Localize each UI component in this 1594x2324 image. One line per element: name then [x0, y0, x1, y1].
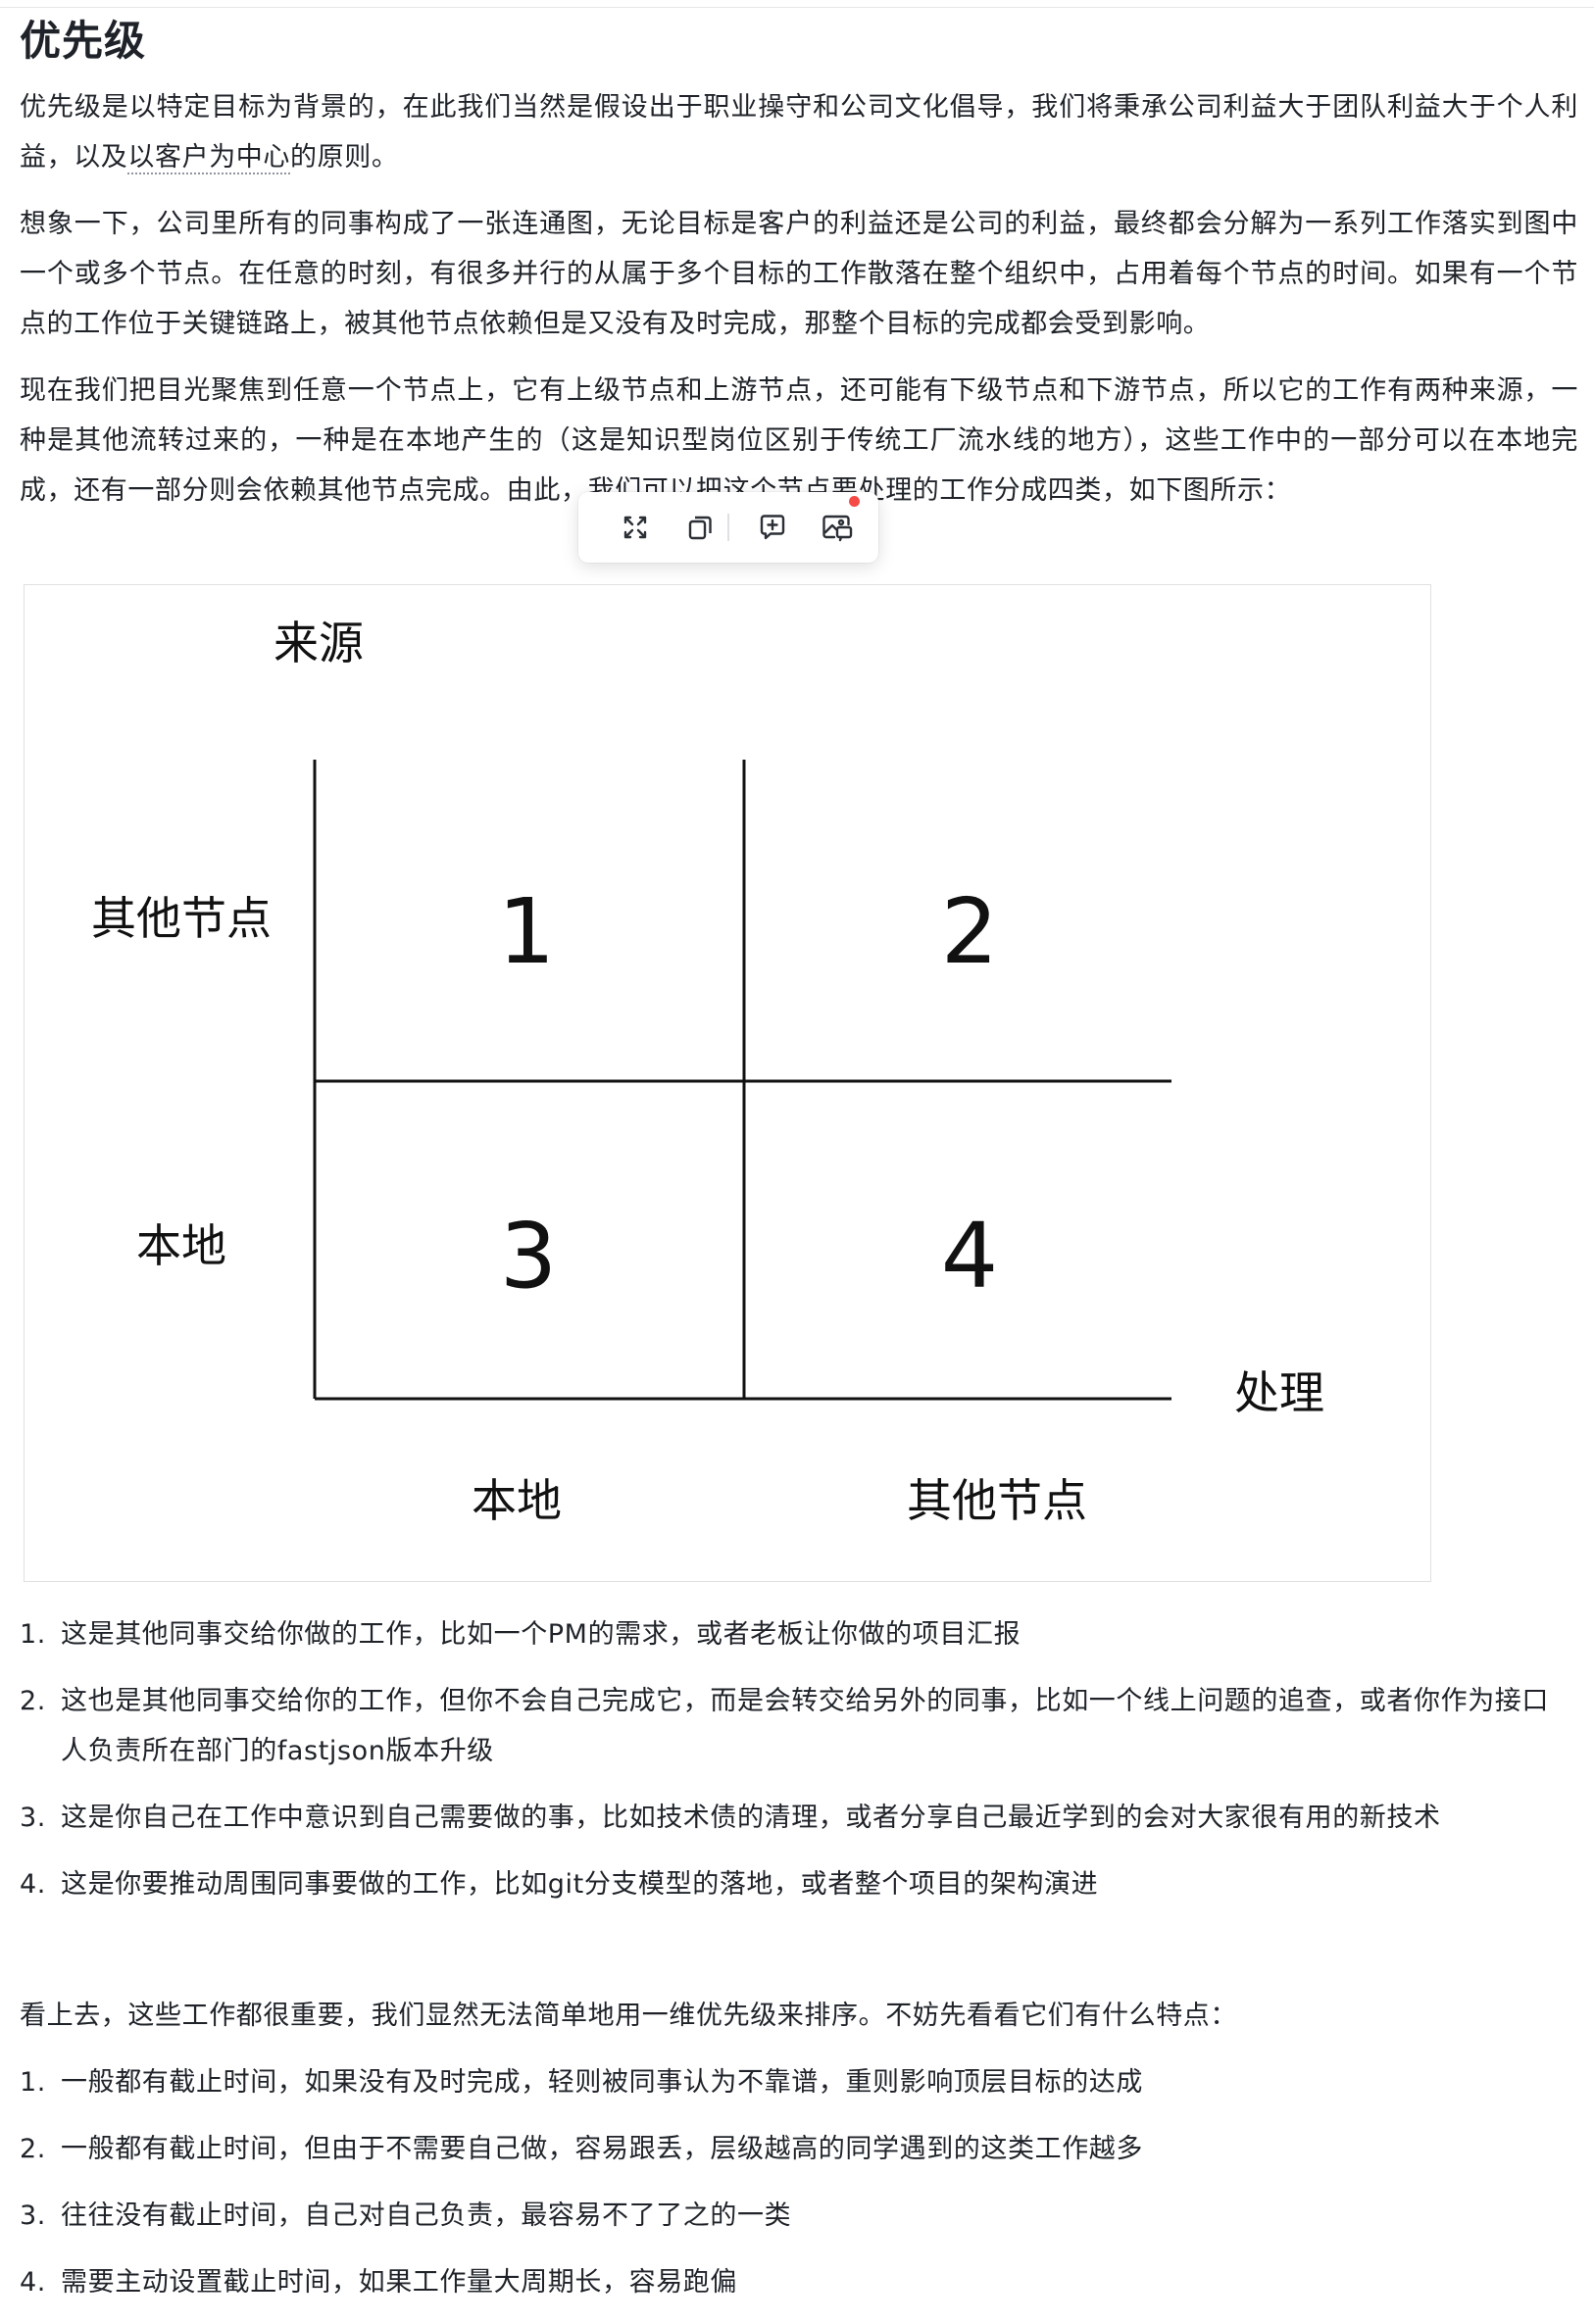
- list-number: 1.: [20, 1619, 46, 1650]
- list-number: 3.: [20, 1803, 46, 1833]
- quadrant-1: 1: [498, 879, 556, 984]
- list-item: 1. 一般都有截止时间，如果没有及时完成，轻则被同事认为不靠谱，重则影响顶层目标的…: [20, 2057, 1569, 2107]
- list-number: 4.: [20, 1869, 46, 1900]
- list-text: 一般都有截止时间，但由于不需要自己做，容易跟丢，层级越高的同学遇到的这类工作越多: [61, 2134, 1143, 2164]
- quadrant-4: 4: [941, 1204, 999, 1309]
- list-text: 需要主动设置截止时间，如果工作量大周期长，容易跑偏: [61, 2267, 737, 2298]
- notification-dot: [849, 496, 860, 507]
- list-text: 这是你自己在工作中意识到自己需要做的事，比如技术债的清理，或者分享自己最近学到的…: [61, 1803, 1441, 1833]
- work-features-list: 1. 一般都有截止时间，如果没有及时完成，轻则被同事认为不靠谱，重则影响顶层目标的…: [20, 2057, 1569, 2324]
- paragraph-graph: 想象一下，公司里所有的同事构成了一张连通图，无论目标是客户的利益还是公司的利益，…: [20, 209, 1578, 339]
- list-item: 4. 需要主动设置截止时间，如果工作量大周期长，容易跑偏: [20, 2257, 1569, 2307]
- list-number: 4.: [20, 2267, 46, 2298]
- intro-link[interactable]: 以客户为中心: [127, 142, 291, 174]
- intro-paragraph: 优先级是以特定目标为背景的，在此我们当然是假设出于职业操守和公司文化倡导，我们将…: [20, 82, 1578, 182]
- quadrant-grid: [313, 760, 1171, 1401]
- row-label-other: 其他节点: [91, 892, 272, 945]
- intro-text-end: 的原则。: [290, 142, 399, 173]
- list-item: 3. 这是你自己在工作中意识到自己需要做的事，比如技术债的清理，或者分享自己最近学…: [20, 1793, 1569, 1843]
- list-number: 3.: [20, 2200, 46, 2231]
- section-heading: 优先级: [20, 17, 147, 65]
- list-item: 1. 这是其他同事交给你做的工作，比如一个PM的需求，或者老板让你做的项目汇报: [20, 1609, 1569, 1659]
- copy-icon: [688, 516, 712, 540]
- list-text: 这是你要推动周围同事要做的工作，比如git分支模型的落地，或者整个项目的架构演进: [61, 1869, 1099, 1900]
- list-text: 这是其他同事交给你做的工作，比如一个PM的需求，或者老板让你做的项目汇报: [61, 1619, 1021, 1650]
- col-label-other: 其他节点: [907, 1474, 1087, 1527]
- row-label-local: 本地: [136, 1219, 226, 1272]
- list-text: 往往没有截止时间，自己对自己负责，最容易不了了之的一类: [61, 2200, 792, 2231]
- quadrant-3: 3: [500, 1204, 558, 1309]
- y-axis-label: 来源: [274, 617, 364, 669]
- image-toolbar: [578, 492, 878, 563]
- x-axis-label: 处理: [1234, 1366, 1324, 1419]
- paragraph-features: 看上去，这些工作都很重要，我们显然无法简单地用一维优先级来排序。不妨先看看它们有…: [20, 2001, 1237, 2031]
- image-ai-button[interactable]: [820, 510, 855, 545]
- quadrant-diagram-svg: 来源 处理 其他节点 本地 本地 其他节点 1 2 3 4: [91, 617, 1324, 1527]
- image-chat-icon: [822, 515, 853, 542]
- expand-icon: [623, 516, 647, 539]
- list-item: 2. 这也是其他同事交给你的工作，但你不会自己完成它，而是会转交给另外的同事，比如…: [20, 1676, 1569, 1776]
- add-comment-button[interactable]: [755, 510, 790, 545]
- work-type-list: 1. 这是其他同事交给你做的工作，比如一个PM的需求，或者老板让你做的项目汇报 2…: [20, 1609, 1569, 1926]
- quadrant-2: 2: [941, 879, 999, 984]
- list-text: 一般都有截止时间，如果没有及时完成，轻则被同事认为不靠谱，重则影响顶层目标的达成: [61, 2067, 1143, 2098]
- top-divider: [0, 0, 1594, 8]
- list-item: 2. 一般都有截止时间，但由于不需要自己做，容易跟丢，层级越高的同学遇到的这类工作…: [20, 2124, 1569, 2174]
- list-number: 1.: [20, 2067, 46, 2098]
- copy-button[interactable]: [682, 510, 718, 545]
- list-item: 4. 这是你要推动周围同事要做的工作，比如git分支模型的落地，或者整个项目的架构…: [20, 1859, 1569, 1909]
- list-number: 2.: [20, 2134, 46, 2164]
- list-item: 3. 往往没有截止时间，自己对自己负责，最容易不了了之的一类: [20, 2191, 1569, 2241]
- toolbar-separator: [727, 514, 729, 541]
- quadrant-diagram: 来源 处理 其他节点 本地 本地 其他节点 1 2 3 4: [24, 584, 1431, 1582]
- comment-add-icon: [760, 515, 785, 540]
- list-text: 这也是其他同事交给你的工作，但你不会自己完成它，而是会转交给另外的同事，比如一个…: [61, 1686, 1549, 1766]
- document-body: 优先级 优先级是以特定目标为背景的，在此我们当然是假设出于职业操守和公司文化倡导…: [20, 10, 1578, 516]
- col-label-local: 本地: [472, 1474, 562, 1527]
- fullscreen-button[interactable]: [618, 510, 653, 545]
- list-number: 2.: [20, 1686, 46, 1716]
